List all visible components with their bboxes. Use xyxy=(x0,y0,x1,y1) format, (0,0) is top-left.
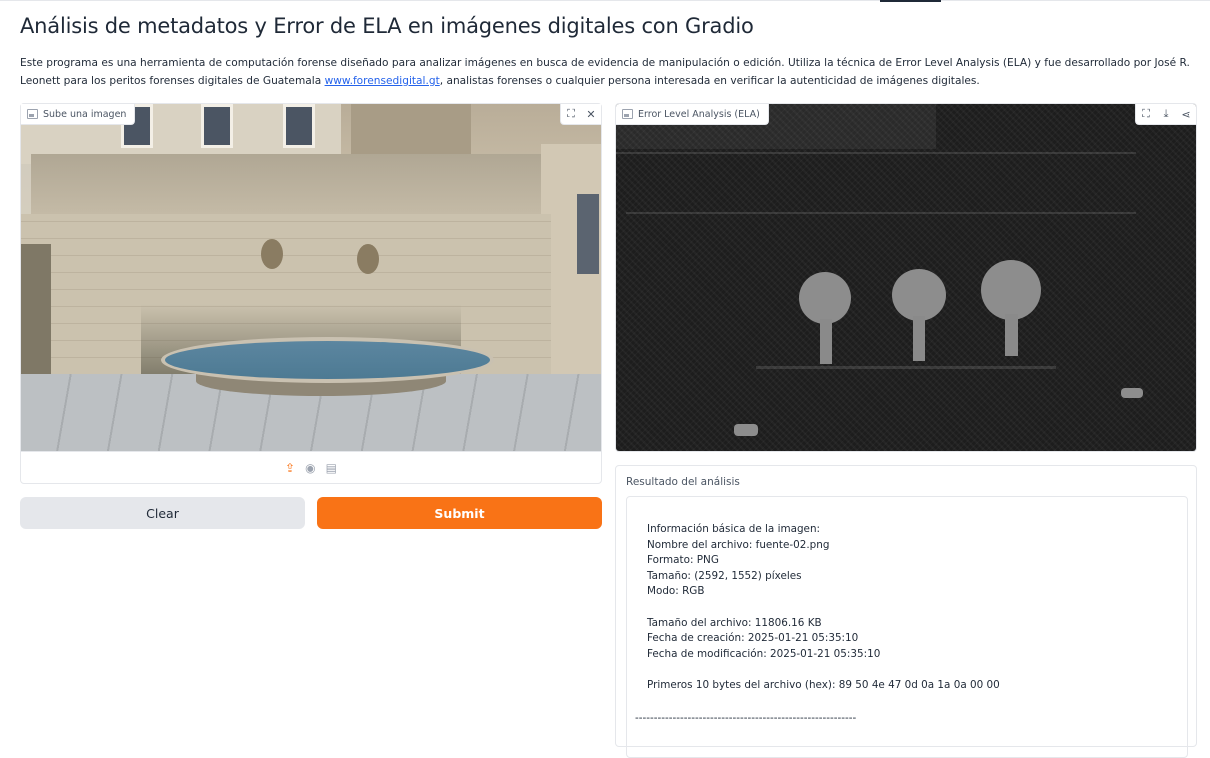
result-textbox[interactable]: Información básica de la imagen: Nombre … xyxy=(626,496,1188,758)
image-upload-tools: ⛶ ✕ xyxy=(560,104,601,125)
photo-lion-head xyxy=(261,239,283,269)
photo-wall-top xyxy=(31,154,541,217)
image-upload-label: Sube una imagen xyxy=(21,104,136,125)
webcam-icon[interactable]: ◉ xyxy=(305,461,315,475)
ela-output-panel: Error Level Analysis (ELA) ⛶ ⤓ ⋖ xyxy=(615,103,1197,452)
ela-output-tools: ⛶ ⤓ ⋖ xyxy=(1135,104,1196,125)
photo-lion-head xyxy=(357,244,379,274)
photo-basin xyxy=(161,337,494,383)
fullscreen-icon[interactable]: ⛶ xyxy=(1136,104,1156,124)
page-description: Este programa es una herramienta de comp… xyxy=(20,54,1192,90)
page-title: Análisis de metadatos y Error de ELA en … xyxy=(20,14,754,38)
close-icon[interactable]: ✕ xyxy=(581,104,601,124)
result-line: Información básica de la imagen: xyxy=(647,523,821,535)
ela-highlight xyxy=(892,269,946,321)
result-line: Fecha de creación: 2025-01-21 05:35:10 xyxy=(647,632,859,645)
result-line: Primeros 10 bytes del archivo (hex): 89 … xyxy=(647,678,1000,691)
result-line: Modo: RGB xyxy=(647,585,705,598)
result-line: Formato: PNG xyxy=(647,554,719,567)
active-tab-indicator xyxy=(880,0,941,2)
result-line: Tamaño: (2592, 1552) píxeles xyxy=(647,569,802,582)
ela-highlight xyxy=(734,424,758,436)
ela-highlight xyxy=(913,316,925,361)
clear-button[interactable]: Clear xyxy=(20,497,305,529)
description-text-end: , analistas forenses o cualquier persona… xyxy=(439,75,980,87)
result-separator: ----------------------------------------… xyxy=(635,712,857,724)
result-panel: Resultado del análisis Información básic… xyxy=(615,465,1197,758)
photo-right-window xyxy=(577,194,599,274)
ela-image[interactable] xyxy=(616,104,1196,451)
image-icon xyxy=(622,109,633,119)
ela-output-label-text: Error Level Analysis (ELA) xyxy=(638,108,760,120)
ela-highlight xyxy=(1121,388,1143,398)
share-icon[interactable]: ⋖ xyxy=(1176,104,1196,124)
result-title: Resultado del análisis xyxy=(626,476,740,488)
website-link[interactable]: www.forensedigital.gt xyxy=(325,75,440,87)
submit-button[interactable]: Submit xyxy=(317,497,602,529)
ela-edge xyxy=(756,366,1056,369)
uploaded-image[interactable] xyxy=(21,104,601,451)
photo-window xyxy=(283,104,315,148)
ela-edge xyxy=(626,212,1136,214)
fullscreen-icon[interactable]: ⛶ xyxy=(561,104,581,124)
image-upload-panel[interactable]: Sube una imagen ⛶ ✕ ⇪ ◉ ▤ xyxy=(20,103,602,484)
upload-icon[interactable]: ⇪ xyxy=(285,461,295,475)
result-line: Nombre del archivo: fuente-02.png xyxy=(647,538,830,551)
ela-highlight xyxy=(1005,314,1018,356)
result-line: Fecha de modificación: 2025-01-21 05:35:… xyxy=(647,647,881,660)
photo-window xyxy=(201,104,233,148)
image-upload-label-text: Sube una imagen xyxy=(43,108,127,120)
result-line: Tamaño del archivo: 11806.16 KB xyxy=(647,616,822,629)
download-icon[interactable]: ⤓ xyxy=(1156,104,1176,124)
ela-highlight xyxy=(799,272,851,324)
top-border xyxy=(0,0,1210,1)
ela-output-label: Error Level Analysis (ELA) xyxy=(616,104,769,125)
clipboard-icon[interactable]: ▤ xyxy=(326,461,337,475)
image-icon xyxy=(27,109,38,119)
ela-highlight xyxy=(820,319,832,364)
ela-edge xyxy=(616,152,1136,154)
result-text: Información básica de la imagen: Nombre … xyxy=(647,522,1000,694)
image-source-bar: ⇪ ◉ ▤ xyxy=(21,451,601,484)
ela-highlight xyxy=(981,260,1041,320)
